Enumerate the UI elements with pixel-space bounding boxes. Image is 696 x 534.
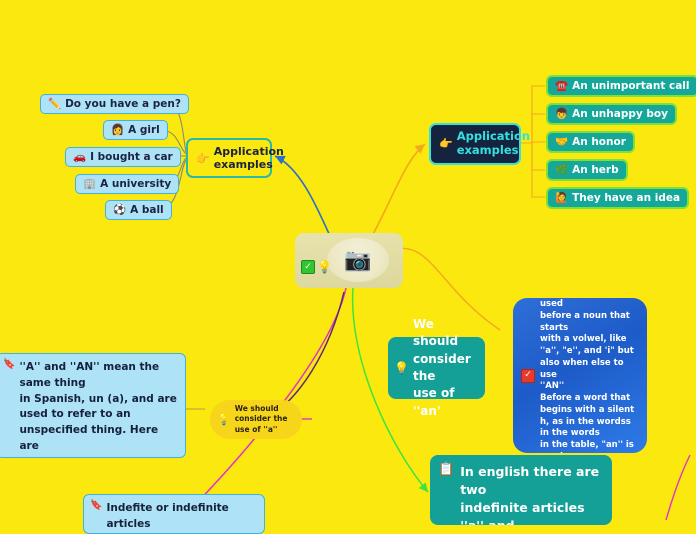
- camera-icon: 📷: [344, 247, 372, 273]
- lightbulb-icon: 💡: [217, 413, 231, 426]
- note-indefinite-articles[interactable]: 🔖 Indefite or indefinite articles indica…: [83, 494, 265, 534]
- leaf-label: A girl: [128, 124, 160, 136]
- leaf-a-girl[interactable]: 👩 A girl: [103, 120, 168, 140]
- lightbulb-icon: 💡: [394, 361, 409, 375]
- node-text: We should consider the use of ''an': [412, 316, 471, 418]
- note-rule-an[interactable]: ✓ ''An'' is normally used before a noun …: [513, 298, 647, 453]
- handshake-icon: 🤝: [555, 135, 569, 148]
- pointing-hand-icon: 👉: [439, 137, 453, 151]
- node-consider-use-of-a[interactable]: 💡 We should consider the use of ''a'': [210, 400, 302, 439]
- person-raising-hand-icon: 🙋: [555, 191, 569, 204]
- node-application-examples-left[interactable]: 👉 Application examples: [186, 138, 284, 179]
- leaf-label: A ball: [130, 204, 164, 216]
- leaf-i-bought-a-car[interactable]: 🚗 I bought a car: [65, 147, 181, 167]
- node-text: We should consider the use of ''a'': [234, 404, 288, 434]
- bookmark-icon: 🔖: [3, 359, 16, 370]
- leaf-label: An herb: [572, 164, 619, 176]
- mindmap-canvas: 📷 ✓ 💡 👉 Application examples ✏️ Do you h…: [0, 0, 696, 534]
- note-text: Indefite or indefinite articles indicate…: [106, 502, 229, 530]
- leaf-label: A university: [100, 178, 172, 190]
- pencil-icon: ✏️: [48, 97, 62, 110]
- red-check-icon: ✓: [521, 368, 535, 383]
- leaf-label: I bought a car: [90, 151, 173, 163]
- building-icon: 🏢: [83, 177, 97, 190]
- leaf-label: Do you have a pen?: [65, 98, 181, 110]
- leaf-an-herb[interactable]: 🌿 An herb: [546, 159, 628, 181]
- leaf-an-honor[interactable]: 🤝 An honor: [546, 131, 635, 153]
- lightbulb-icon: 💡: [317, 260, 332, 274]
- bookmark-icon: 🔖: [90, 500, 103, 511]
- leaf-label: An unimportant call: [572, 80, 690, 92]
- node-label: Application examples: [213, 145, 284, 172]
- node-application-examples-right[interactable]: 👉 Application examples: [429, 123, 530, 165]
- leaf-an-unhappy-boy[interactable]: 👦 An unhappy boy: [546, 103, 677, 125]
- note-rule-a[interactable]: 🔖 ''A'' and ''AN'' mean the same thing i…: [0, 353, 186, 458]
- telephone-icon: ☎️: [555, 79, 569, 92]
- leaf-label: An unhappy boy: [572, 108, 668, 120]
- center-image-node[interactable]: 📷 ✓ 💡: [295, 233, 403, 288]
- note-text: ''A'' and ''AN'' mean the same thing in …: [19, 361, 177, 457]
- boy-icon: 👦: [555, 107, 569, 120]
- leaf-they-have-an-idea[interactable]: 🙋 They have an idea: [546, 187, 690, 209]
- leaf-a-ball[interactable]: ⚽ A ball: [105, 200, 172, 220]
- leaf-a-university[interactable]: 🏢 A university: [75, 174, 180, 194]
- woman-icon: 👩: [111, 123, 125, 136]
- leaf-do-you-have-a-pen[interactable]: ✏️ Do you have a pen?: [40, 94, 189, 114]
- car-icon: 🚗: [73, 150, 87, 163]
- center-image-placeholder[interactable]: 📷: [327, 238, 389, 282]
- herb-icon: 🌿: [555, 163, 569, 176]
- node-consider-use-of-an[interactable]: 💡 We should consider the use of ''an': [388, 317, 485, 418]
- node-label: Application examples: [456, 129, 531, 157]
- note-text: In english there are two indefinite arti…: [460, 464, 600, 525]
- pointing-hand-icon: 👉: [196, 151, 210, 165]
- green-check-icon: ✓: [301, 260, 315, 274]
- leaf-label: They have an idea: [572, 192, 681, 204]
- soccer-ball-icon: ⚽: [113, 203, 127, 216]
- leaf-an-unimportant-call[interactable]: ☎️ An unimportant call: [546, 75, 696, 97]
- center-node-badges: ✓ 💡: [301, 260, 332, 274]
- clipboard-icon: 📋: [438, 462, 455, 477]
- note-text: ''An'' is normally used before a noun th…: [540, 299, 635, 453]
- note-english-two-articles[interactable]: 📋 In english there are two indefinite ar…: [430, 455, 612, 525]
- leaf-label: An honor: [572, 136, 626, 148]
